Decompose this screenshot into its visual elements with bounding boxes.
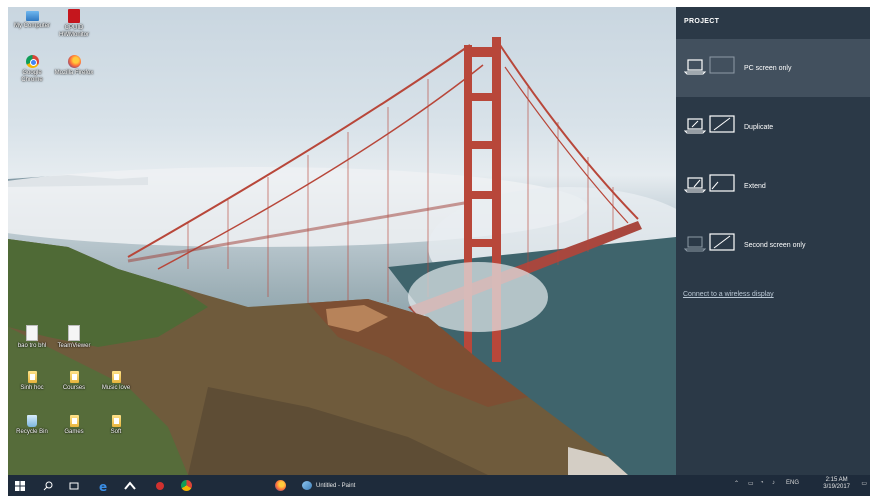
extend-icon <box>684 174 735 193</box>
task-view-icon <box>69 482 79 489</box>
wallpaper-image <box>8 37 676 475</box>
pc-screen-only-icon <box>684 56 735 75</box>
wifi-icon[interactable]: ◔ <box>760 480 764 486</box>
task-view-button[interactable] <box>66 478 82 493</box>
desktop-icon-games[interactable]: Games <box>54 415 94 436</box>
paint-window-label: Untitled - Paint <box>316 482 356 489</box>
option-label: Second screen only <box>744 242 806 249</box>
recycle-bin-icon <box>27 415 37 427</box>
desktop-icon-sinh-hoc[interactable]: Sinh hoc <box>12 371 52 392</box>
firefox-icon <box>67 55 81 68</box>
search-button[interactable] <box>40 478 56 493</box>
search-icon <box>43 481 53 490</box>
network-icon[interactable]: ▭ <box>748 480 754 487</box>
desktop-icon-teamviewer[interactable]: TeamViewer <box>54 325 94 350</box>
option-second-screen-only[interactable]: Second screen only <box>676 216 870 274</box>
desktop-icon-music[interactable]: Music love <box>96 371 136 392</box>
app-icon <box>156 481 164 490</box>
second-screen-only-icon <box>684 233 735 252</box>
paint-taskbar-button[interactable]: Untitled - Paint <box>302 478 382 493</box>
desktop-icon-my-computer[interactable]: My Computer <box>12 11 52 30</box>
desktop-icon-hwmonitor[interactable]: CPUID HWMonitor <box>54 9 94 39</box>
hwmonitor-icon <box>68 9 80 23</box>
folder-icon <box>111 371 121 383</box>
option-extend[interactable]: Extend <box>676 157 870 215</box>
desktop-icon-chrome[interactable]: Google Chrome <box>12 55 52 84</box>
steam-button[interactable] <box>122 478 138 493</box>
option-duplicate[interactable]: Duplicate <box>676 98 870 156</box>
svg-text:e: e <box>99 480 107 492</box>
folder-icon <box>69 415 79 427</box>
desktop-icon-soft[interactable]: Soft <box>96 415 136 436</box>
steam-icon <box>124 480 136 490</box>
firefox-icon <box>274 480 286 491</box>
chrome-taskbar-button[interactable] <box>178 478 194 493</box>
volume-icon[interactable]: ♪ <box>772 480 775 486</box>
app-button[interactable] <box>152 478 168 493</box>
desktop-icon-recycle-bin[interactable]: Recycle Bin <box>12 415 52 436</box>
firefox-taskbar-button[interactable] <box>272 478 288 493</box>
desktop-icon-firefox[interactable]: Mozilla Firefox <box>54 55 94 77</box>
start-button[interactable] <box>12 478 28 493</box>
edge-icon: e <box>99 480 107 492</box>
clock-time: 2:15 AM <box>825 477 848 483</box>
option-pc-screen-only[interactable]: PC screen only <box>676 39 870 97</box>
project-panel: PROJECT PC screen only Duplicate Extend … <box>676 7 870 475</box>
windows-logo-icon <box>15 480 25 491</box>
chrome-icon <box>25 55 39 68</box>
language-indicator[interactable]: ENG <box>786 480 799 486</box>
desktop-icon-courses[interactable]: Courses <box>54 371 94 392</box>
edge-button[interactable]: e <box>96 478 112 493</box>
desktop-icon-doc-1[interactable]: bao tro bhl <box>12 325 52 350</box>
clock[interactable]: 2:15 AM 3/19/2017 <box>823 477 850 491</box>
desktop-wallpaper: My Computer CPUID HWMonitor Google Chrom… <box>8 7 676 475</box>
folder-icon <box>111 415 121 427</box>
paint-icon <box>302 481 312 490</box>
desktop-screen: My Computer CPUID HWMonitor Google Chrom… <box>8 7 870 496</box>
chrome-icon <box>180 480 192 491</box>
system-tray: ⌃ ▭ ◔ ♪ ENG 2:15 AM 3/19/2017 ▭ <box>730 475 870 496</box>
folder-icon <box>27 371 37 383</box>
option-label: PC screen only <box>744 65 792 72</box>
chevron-up-icon[interactable]: ⌃ <box>734 480 739 487</box>
action-center-icon[interactable]: ▭ <box>861 480 867 487</box>
document-icon <box>26 325 38 341</box>
clock-date: 3/19/2017 <box>823 484 850 490</box>
computer-icon <box>25 11 39 21</box>
taskbar: e Untitled - Paint ⌃ ▭ ◔ ♪ ENG 2:15 AM 3… <box>8 475 870 496</box>
option-label: Extend <box>744 183 766 190</box>
panel-title: PROJECT <box>684 18 720 25</box>
document-icon <box>68 325 80 341</box>
duplicate-icon <box>684 115 735 134</box>
connect-wireless-display-link[interactable]: Connect to a wireless display <box>683 291 774 298</box>
option-label: Duplicate <box>744 124 774 131</box>
folder-icon <box>69 371 79 383</box>
